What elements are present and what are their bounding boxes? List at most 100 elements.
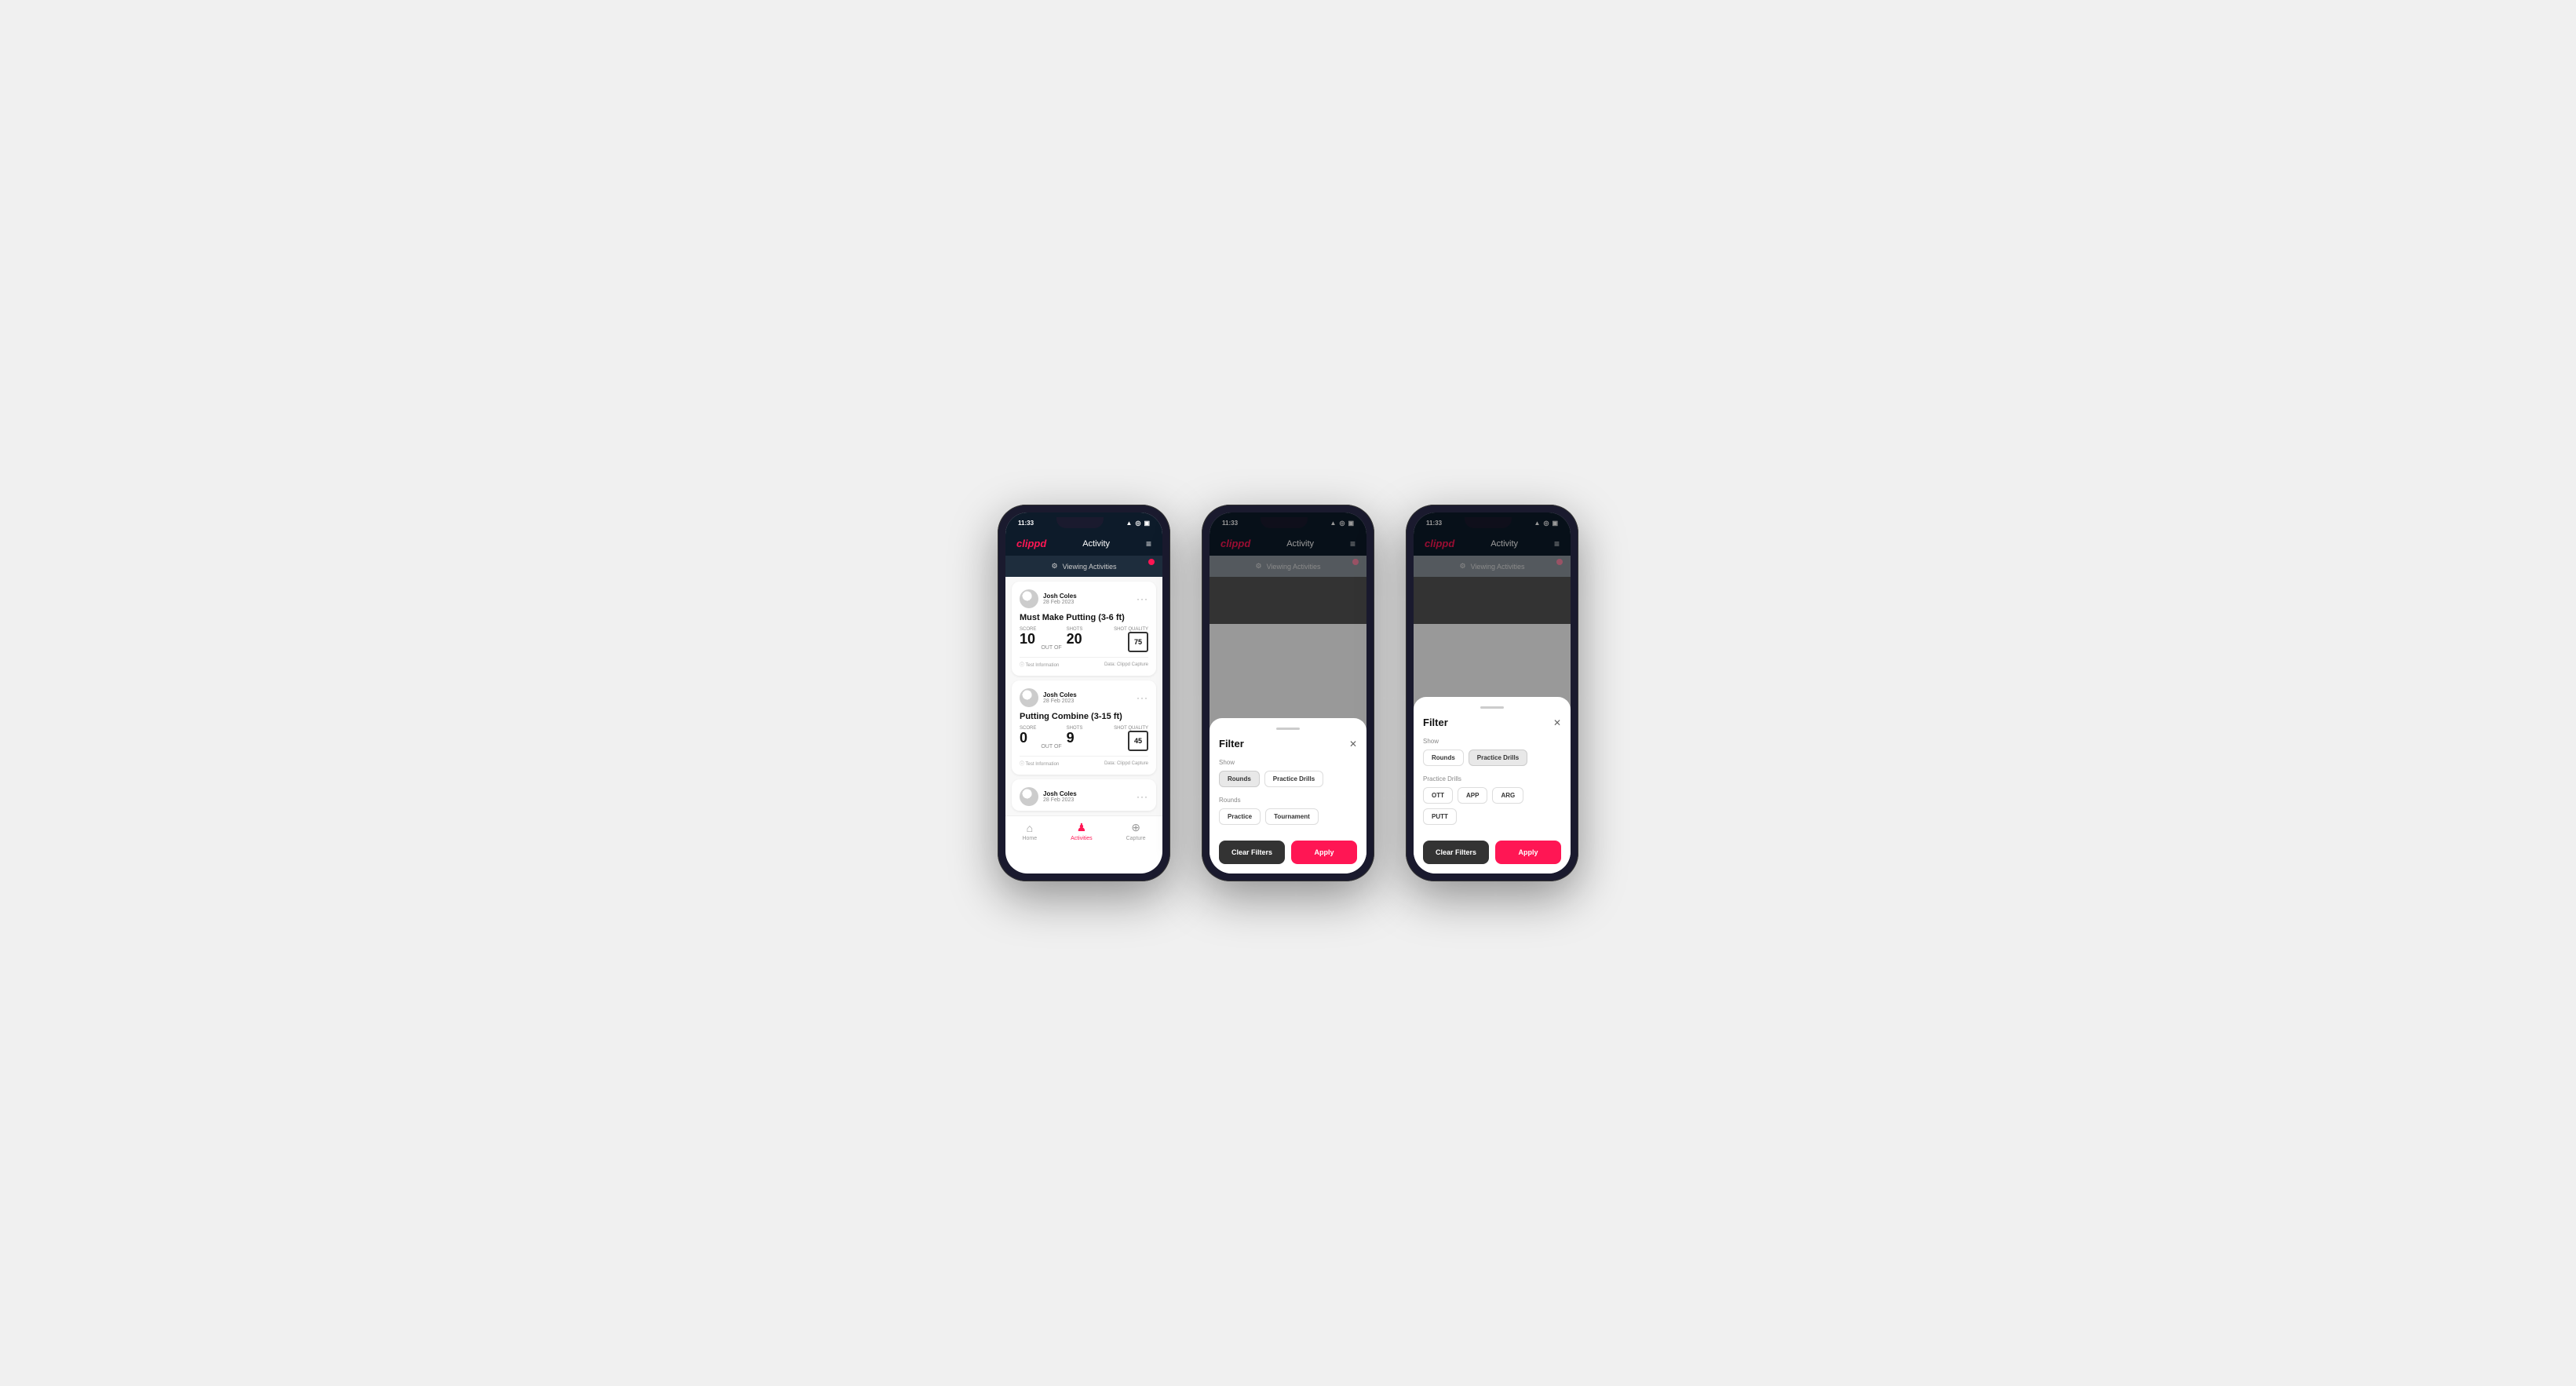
- phone-1: 11:33 ▲ ◎ ▣ clippd Activity ≡ ⚙ Viewing …: [998, 505, 1170, 881]
- nav-home-1[interactable]: ⌂ Home: [1022, 822, 1037, 841]
- wifi-icon: ◎: [1135, 520, 1140, 527]
- user-name-3: Josh Coles: [1043, 790, 1077, 797]
- rounds-label-2: Rounds: [1219, 797, 1357, 804]
- user-name-2: Josh Coles: [1043, 691, 1077, 698]
- activities-label-1: Activities: [1071, 836, 1093, 841]
- modal-footer-2: Clear Filters Apply: [1219, 841, 1357, 864]
- apply-btn-3[interactable]: Apply: [1495, 841, 1561, 864]
- shots-value-2: 9: [1067, 731, 1083, 745]
- score-group-2: Score 0: [1020, 726, 1036, 745]
- viewing-text-1: Viewing Activities: [1063, 563, 1117, 571]
- ott-btn-3[interactable]: OTT: [1423, 787, 1453, 804]
- notification-dot-1: [1148, 559, 1155, 565]
- card-title-1: Must Make Putting (3-6 ft): [1020, 613, 1148, 622]
- shots-group-1: Shots 20: [1067, 627, 1083, 646]
- activities-icon-1: ♟: [1077, 821, 1087, 834]
- avatar-3: [1020, 787, 1038, 806]
- show-label-2: Show: [1219, 759, 1357, 766]
- close-button-3[interactable]: ✕: [1553, 717, 1561, 728]
- user-date-2: 28 Feb 2023: [1043, 698, 1077, 704]
- out-of-2: OUT OF: [1041, 744, 1061, 751]
- nav-capture-1[interactable]: ⊕ Capture: [1126, 821, 1146, 841]
- filter-modal-2: Filter ✕ Show Rounds Practice Drills Rou…: [1210, 718, 1366, 874]
- user-info-2: Josh Coles 28 Feb 2023: [1043, 691, 1077, 704]
- avatar-2: [1020, 688, 1038, 707]
- putt-btn-3[interactable]: PUTT: [1423, 808, 1457, 825]
- arg-btn-3[interactable]: ARG: [1492, 787, 1523, 804]
- score-group-1: Score 10: [1020, 627, 1036, 646]
- filter-header-3: Filter ✕: [1423, 717, 1561, 728]
- capture-icon-1: ⊕: [1131, 821, 1140, 834]
- card-footer-1: ⓘ Test Information Data: Clippd Capture: [1020, 657, 1148, 668]
- practice-round-btn-2[interactable]: Practice: [1219, 808, 1261, 825]
- bottom-nav-1: ⌂ Home ♟ Activities ⊕ Capture: [1005, 815, 1162, 848]
- phone-3: 11:33 ▲ ◎ ▣ clippd Activity ≡ ⚙ Viewing …: [1406, 505, 1578, 881]
- activity-card-3[interactable]: Josh Coles 28 Feb 2023 ···: [1012, 779, 1156, 811]
- menu-icon-1[interactable]: ≡: [1146, 539, 1151, 549]
- rounds-show-btn-3[interactable]: Rounds: [1423, 750, 1464, 766]
- shots-value-1: 20: [1067, 632, 1083, 646]
- show-buttons-2: Rounds Practice Drills: [1219, 771, 1357, 787]
- sq-group-1: Shot Quality 75: [1114, 627, 1148, 652]
- apply-btn-2[interactable]: Apply: [1291, 841, 1357, 864]
- close-button-2[interactable]: ✕: [1349, 739, 1357, 750]
- status-icons-1: ▲ ◎ ▣: [1126, 520, 1150, 527]
- practice-buttons-3: OTT APP ARG PUTT: [1423, 787, 1561, 825]
- modal-handle-2: [1276, 728, 1300, 730]
- home-icon-1: ⌂: [1027, 822, 1033, 834]
- more-dots-2[interactable]: ···: [1137, 692, 1148, 703]
- tournament-btn-2[interactable]: Tournament: [1265, 808, 1319, 825]
- nav-activities-1[interactable]: ♟ Activities: [1071, 821, 1093, 841]
- sq-group-2: Shot Quality 45: [1114, 726, 1148, 751]
- card-title-2: Putting Combine (3-15 ft): [1020, 712, 1148, 721]
- user-info-3: Josh Coles 28 Feb 2023: [1043, 790, 1077, 803]
- score-value-1: 10: [1020, 632, 1036, 646]
- modal-handle-3: [1480, 706, 1504, 709]
- practice-drills-show-btn-3[interactable]: Practice Drills: [1469, 750, 1527, 766]
- footer-left-2: ⓘ Test Information: [1020, 760, 1059, 767]
- time-1: 11:33: [1018, 520, 1034, 527]
- avatar-img-1: [1020, 589, 1038, 608]
- rounds-show-btn-2[interactable]: Rounds: [1219, 771, 1260, 787]
- stats-row-1: Score 10 OUT OF Shots 20 Shot Quality 75: [1020, 627, 1148, 652]
- user-info-1: Josh Coles 28 Feb 2023: [1043, 593, 1077, 605]
- clear-filters-btn-3[interactable]: Clear Filters: [1423, 841, 1489, 864]
- show-buttons-3: Rounds Practice Drills: [1423, 750, 1561, 766]
- footer-right-1: Data: Clippd Capture: [1104, 662, 1148, 667]
- out-of-1: OUT OF: [1041, 645, 1061, 652]
- activity-card-2[interactable]: Josh Coles 28 Feb 2023 ··· Putting Combi…: [1012, 680, 1156, 775]
- stats-row-2: Score 0 OUT OF Shots 9 Shot Quality 45: [1020, 726, 1148, 751]
- clear-filters-btn-2[interactable]: Clear Filters: [1219, 841, 1285, 864]
- nav-bar-1: clippd Activity ≡: [1005, 531, 1162, 556]
- more-dots-1[interactable]: ···: [1137, 593, 1148, 604]
- sq-badge-1: 75: [1128, 632, 1148, 652]
- activity-card-1[interactable]: Josh Coles 28 Feb 2023 ··· Must Make Put…: [1012, 582, 1156, 676]
- show-label-3: Show: [1423, 738, 1561, 745]
- filter-title-3: Filter: [1423, 717, 1448, 728]
- avatar-img-3: [1020, 787, 1038, 806]
- user-date-3: 28 Feb 2023: [1043, 797, 1077, 803]
- phone-2-screen: 11:33 ▲ ◎ ▣ clippd Activity ≡ ⚙ Viewing …: [1210, 512, 1366, 874]
- practice-drills-show-btn-2[interactable]: Practice Drills: [1264, 771, 1323, 787]
- signal-icon: ▲: [1126, 520, 1133, 527]
- card-header-1: Josh Coles 28 Feb 2023 ···: [1020, 589, 1148, 608]
- avatar-img-2: [1020, 688, 1038, 707]
- card-header-2: Josh Coles 28 Feb 2023 ···: [1020, 688, 1148, 707]
- card-footer-2: ⓘ Test Information Data: Clippd Capture: [1020, 756, 1148, 767]
- settings-icon-1: ⚙: [1052, 562, 1058, 571]
- phone-1-screen: 11:33 ▲ ◎ ▣ clippd Activity ≡ ⚙ Viewing …: [1005, 512, 1162, 874]
- modal-footer-3: Clear Filters Apply: [1423, 841, 1561, 864]
- phone-3-screen: 11:33 ▲ ◎ ▣ clippd Activity ≡ ⚙ Viewing …: [1414, 512, 1571, 874]
- filter-modal-3: Filter ✕ Show Rounds Practice Drills Pra…: [1414, 697, 1571, 874]
- viewing-banner-1[interactable]: ⚙ Viewing Activities: [1005, 556, 1162, 577]
- status-bar-1: 11:33 ▲ ◎ ▣: [1005, 512, 1162, 531]
- more-dots-3[interactable]: ···: [1137, 791, 1148, 802]
- footer-left-1: ⓘ Test Information: [1020, 661, 1059, 668]
- filter-title-2: Filter: [1219, 738, 1244, 750]
- user-name-1: Josh Coles: [1043, 593, 1077, 600]
- user-date-1: 28 Feb 2023: [1043, 600, 1077, 605]
- app-btn-3[interactable]: APP: [1458, 787, 1487, 804]
- battery-icon: ▣: [1144, 520, 1150, 527]
- capture-label-1: Capture: [1126, 836, 1146, 841]
- card-user-1: Josh Coles 28 Feb 2023: [1020, 589, 1077, 608]
